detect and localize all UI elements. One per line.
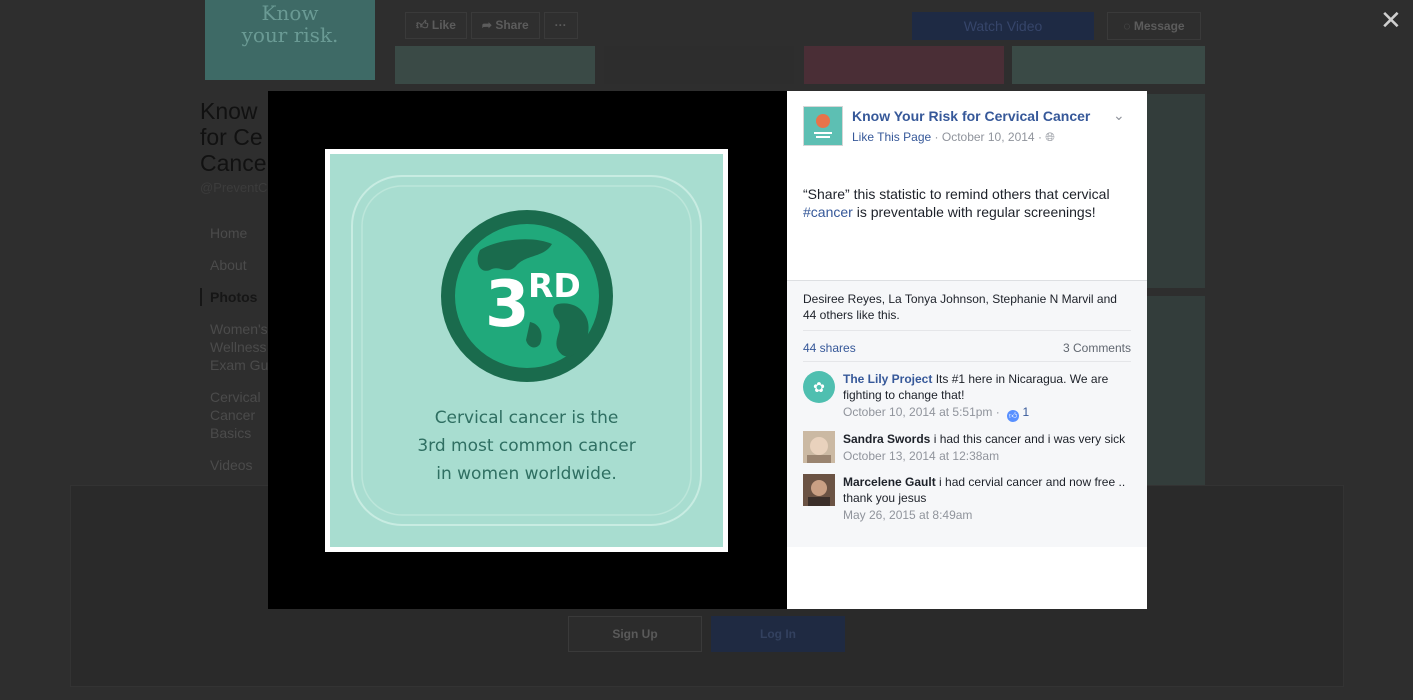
comment-item: ✿ The Lily Project Its #1 here in Nicara…: [803, 371, 1131, 422]
page-title: Know for Ce Cance: [200, 98, 266, 176]
comment-body: Marcelene Gault i had cervial cancer and…: [843, 474, 1131, 506]
photo-caption: Cervical cancer is the 3rd most common c…: [330, 404, 723, 488]
caption-line: in women worldwide.: [436, 464, 617, 484]
rank-suffix: RD: [528, 266, 581, 305]
comment-body: The Lily Project Its #1 here in Nicaragu…: [843, 371, 1131, 403]
comment-time[interactable]: October 10, 2014 at 5:51pm: [843, 405, 992, 419]
nav-about[interactable]: About: [210, 256, 272, 274]
comment-author[interactable]: Sandra Swords: [843, 432, 930, 446]
messenger-icon: ◌: [1123, 19, 1131, 33]
thumb-up-icon: 👍︎: [416, 18, 429, 32]
comment-time[interactable]: October 13, 2014 at 12:38am: [843, 447, 1131, 465]
page-handle: @PreventC: [200, 180, 268, 195]
title-line: for Ce: [200, 124, 263, 150]
like-this-page-link[interactable]: Like This Page: [852, 130, 931, 144]
comment-text: i had this cancer and i was very sick: [933, 432, 1126, 446]
page-name-link[interactable]: Know Your Risk for Cervical Cancer: [852, 108, 1090, 124]
engagement-counts: 44 shares 3 Comments: [803, 330, 1131, 355]
comment-item: Sandra Swords i had this cancer and i wa…: [803, 431, 1131, 465]
nav-wellness-exam[interactable]: Women's Wellness Exam Gu: [210, 320, 272, 374]
like-page-button[interactable]: 👍︎ Like: [405, 12, 467, 39]
title-line: Cance: [200, 150, 267, 176]
commenter-avatar[interactable]: [803, 474, 835, 506]
comment-item: Marcelene Gault i had cervial cancer and…: [803, 474, 1131, 524]
page-cover-logo: Know your risk.: [205, 0, 375, 80]
comment-meta: October 10, 2014 at 5:51pm · 👍︎ 1: [843, 405, 1030, 422]
share-icon: ➦: [481, 18, 492, 32]
post-text: “Share” this statistic to remind others …: [803, 185, 1128, 221]
comment-author[interactable]: The Lily Project: [843, 372, 932, 386]
photo-frame: 3 RD Cervical cancer is the 3rd most com…: [325, 149, 728, 552]
side-photo-tile: [1147, 296, 1205, 486]
logo-text-bar: [816, 136, 830, 138]
message-label: Message: [1133, 19, 1185, 33]
page-avatar[interactable]: [803, 106, 843, 146]
caption-line: Cervical cancer is the: [434, 408, 619, 428]
commenter-avatar[interactable]: [803, 431, 835, 463]
page-actions: 👍︎ Like ➦ Share ···: [405, 12, 578, 39]
comment-like-count[interactable]: 1: [1022, 405, 1029, 419]
logo-text-bar: [814, 132, 832, 134]
logo-circle: [816, 114, 830, 128]
more-button[interactable]: ···: [543, 12, 578, 39]
logo-text: Know your risk.: [241, 1, 339, 47]
statistic-photo: 3 RD Cervical cancer is the 3rd most com…: [330, 154, 723, 547]
comments-list: ✿ The Lily Project Its #1 here in Nicara…: [803, 361, 1131, 524]
cover-photo-tile: [1012, 46, 1205, 84]
avatar-shoulders: [807, 455, 831, 463]
avatar-shoulders: [808, 497, 830, 506]
log-in-button[interactable]: Log In: [711, 616, 845, 652]
title-line: Know: [200, 98, 258, 124]
post-panel: Know Your Risk for Cervical Cancer Like …: [787, 91, 1147, 609]
rank-number: 3: [485, 268, 530, 342]
comment-body: Sandra Swords i had this cancer and i wa…: [843, 431, 1131, 447]
watch-video-button[interactable]: Watch Video: [912, 12, 1094, 40]
cover-photo-tile: [604, 46, 794, 84]
comments-count[interactable]: 3 Comments: [1063, 341, 1131, 355]
nav-cervical-cancer-basics[interactable]: Cervical Cancer Basics: [210, 388, 272, 442]
meta-separator: ·: [934, 130, 942, 144]
close-lightbox-icon[interactable]: ✕: [1380, 6, 1402, 34]
commenter-avatar[interactable]: ✿: [803, 371, 835, 403]
chevron-down-icon[interactable]: ⌄: [1113, 107, 1125, 124]
message-button[interactable]: ◌ Message: [1107, 12, 1201, 40]
like-reaction-icon: 👍︎: [1007, 410, 1020, 422]
post-text-end: is preventable with regular screenings!: [852, 204, 1096, 220]
post-date[interactable]: October 10, 2014: [942, 130, 1035, 144]
post-text-start: “Share” this statistic to remind others …: [803, 186, 1110, 202]
nav-videos[interactable]: Videos: [210, 456, 272, 474]
like-label: Like: [431, 18, 456, 32]
comment-author[interactable]: Marcelene Gault: [843, 475, 936, 489]
nav-home[interactable]: Home: [210, 224, 272, 242]
page-logo-icon: [814, 114, 832, 138]
share-label: Share: [495, 18, 529, 32]
nav-photos[interactable]: Photos: [200, 288, 272, 306]
avatar-face: [810, 437, 828, 455]
hashtag-link[interactable]: #cancer: [803, 204, 853, 220]
sign-up-button[interactable]: Sign Up: [568, 616, 702, 652]
cover-photo-tile: [804, 46, 1004, 84]
side-photo-tile: [1147, 94, 1205, 288]
page-nav: Home About Photos Women's Wellness Exam …: [200, 224, 272, 488]
caption-line: 3rd most common cancer: [417, 436, 636, 456]
share-page-button[interactable]: ➦ Share: [470, 12, 540, 39]
photo-artwork: 3 RD: [351, 175, 702, 526]
avatar-face: [811, 480, 827, 496]
globe-privacy-icon: 🌐︎: [1045, 130, 1055, 144]
comment-time[interactable]: May 26, 2015 at 8:49am: [843, 506, 1131, 524]
likers-summary[interactable]: Desiree Reyes, La Tonya Johnson, Stephan…: [803, 291, 1128, 323]
post-meta: Like This Page · October 10, 2014 · 🌐︎: [852, 130, 1055, 145]
social-section: Desiree Reyes, La Tonya Johnson, Stephan…: [787, 280, 1147, 547]
shares-link[interactable]: 44 shares: [803, 341, 856, 355]
flower-icon: ✿: [813, 379, 825, 395]
cover-photo-tile: [395, 46, 595, 84]
